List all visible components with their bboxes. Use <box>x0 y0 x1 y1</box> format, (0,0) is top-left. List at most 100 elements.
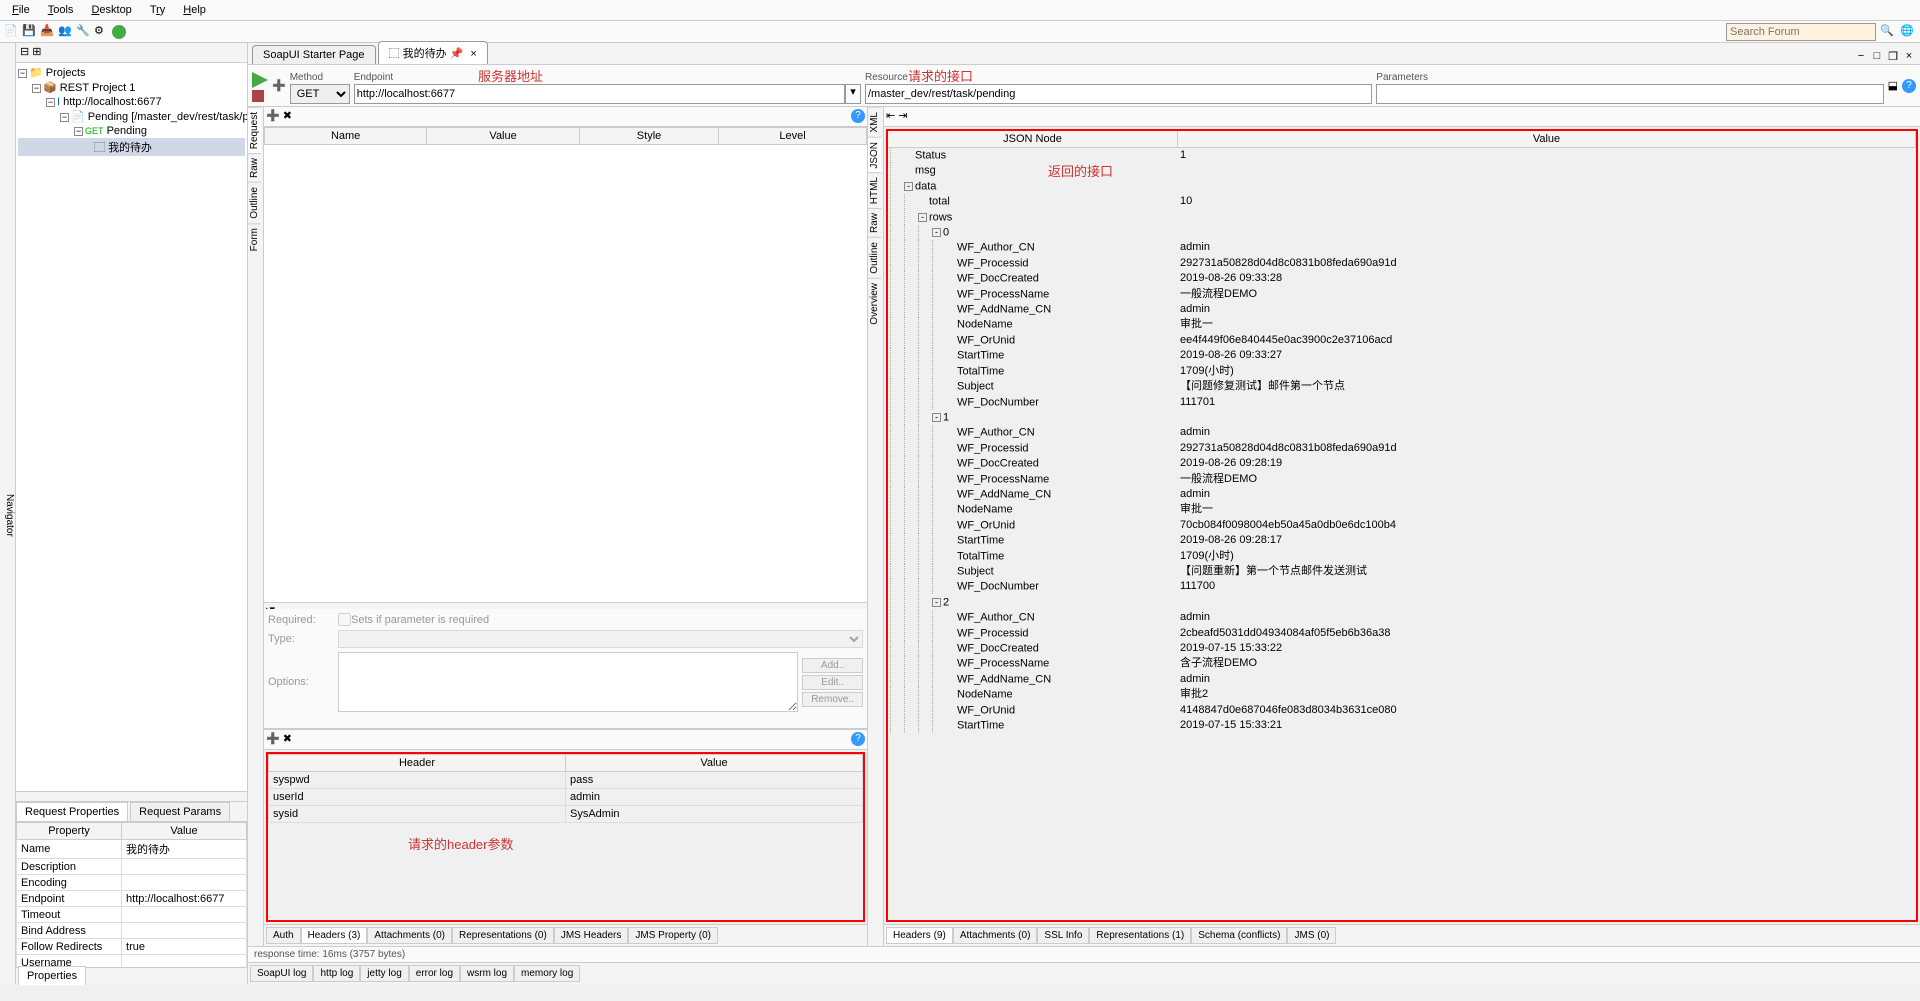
property-row[interactable]: Endpointhttp://localhost:6677 <box>17 891 247 907</box>
bottom-tab[interactable]: Headers (9) <box>886 927 953 944</box>
vtab-form[interactable]: Form <box>248 223 261 255</box>
resource-input[interactable] <box>865 84 1372 104</box>
json-node[interactable]: StartTime2019-07-15 15:33:21 <box>888 718 1916 733</box>
add-header-icon[interactable]: ➕ <box>266 733 280 745</box>
property-row[interactable]: Follow Redirectstrue <box>17 939 247 955</box>
restore-icon[interactable]: ❐ <box>1886 50 1900 64</box>
json-node[interactable]: WF_DocNumber111701 <box>888 395 1916 410</box>
json-node[interactable]: WF_OrUnid4148847d0e687046fe083d8034b3631… <box>888 703 1916 718</box>
json-node[interactable]: Subject【问题修复测试】邮件第一个节点 <box>888 379 1916 394</box>
help-icon[interactable]: ? <box>851 732 865 746</box>
json-node[interactable]: -0 <box>888 225 1916 240</box>
json-node[interactable]: -2 <box>888 595 1916 610</box>
bottom-tab[interactable]: Headers (3) <box>301 927 368 944</box>
tree-host[interactable]: http://localhost:6677 <box>63 96 161 108</box>
json-node[interactable]: WF_AddName_CNadmin <box>888 487 1916 502</box>
json-node[interactable]: NodeName审批一 <box>888 502 1916 517</box>
json-node[interactable]: WF_DocNumber111700 <box>888 579 1916 594</box>
log-tab[interactable]: jetty log <box>360 965 408 982</box>
json-node[interactable]: WF_Author_CNadmin <box>888 425 1916 440</box>
remove-param-icon[interactable]: ✖ <box>283 110 292 122</box>
split-icon[interactable]: ⬓ <box>1888 79 1898 92</box>
json-node[interactable]: WF_ProcessName含子流程DEMO <box>888 656 1916 671</box>
forum-icon[interactable]: 👥 <box>58 24 74 40</box>
remove-option-button[interactable]: Remove.. <box>802 692 863 707</box>
endpoint-dropdown-icon[interactable]: ▾ <box>845 84 861 104</box>
json-node[interactable]: WF_AddName_CNadmin <box>888 672 1916 687</box>
search-forum-input[interactable] <box>1726 23 1876 41</box>
vtab-xml[interactable]: XML <box>868 107 881 137</box>
run-button[interactable] <box>252 72 268 88</box>
json-node[interactable]: WF_ProcessName一般流程DEMO <box>888 472 1916 487</box>
remove-header-icon[interactable]: ✖ <box>283 733 292 745</box>
property-row[interactable]: Name我的待办 <box>17 840 247 859</box>
log-tab[interactable]: error log <box>409 965 460 982</box>
json-node[interactable]: WF_Author_CNadmin <box>888 610 1916 625</box>
json-node[interactable]: -data <box>888 179 1916 194</box>
import-icon[interactable]: 📥 <box>40 24 56 40</box>
bottom-tab[interactable]: Auth <box>266 927 301 944</box>
bottom-tab[interactable]: JMS Headers <box>554 927 629 944</box>
close-window-icon[interactable]: × <box>1902 50 1916 64</box>
indent-icon[interactable]: ⇤ <box>886 110 895 122</box>
maximize-icon[interactable]: □ <box>1870 50 1884 64</box>
add-to-testcase-icon[interactable]: ➕ <box>272 79 286 92</box>
expand-icon[interactable]: ⊞ <box>32 46 41 58</box>
endpoint-input[interactable] <box>354 84 845 104</box>
json-node[interactable]: NodeName审批一 <box>888 317 1916 332</box>
json-node[interactable]: TotalTime1709(小时) <box>888 364 1916 379</box>
help-icon[interactable]: ? <box>1902 79 1916 93</box>
log-tab[interactable]: http log <box>313 965 360 982</box>
vtab-overview[interactable]: Overview <box>868 278 881 329</box>
json-node[interactable]: WF_Processid2cbeafd5031dd04934084af05f5e… <box>888 626 1916 641</box>
vtab-raw[interactable]: Raw <box>248 153 261 182</box>
json-node[interactable]: TotalTime1709(小时) <box>888 549 1916 564</box>
bottom-tab[interactable]: Schema (conflicts) <box>1191 927 1287 944</box>
json-node[interactable]: WF_Author_CNadmin <box>888 240 1916 255</box>
tab-request-params[interactable]: Request Params <box>130 802 230 821</box>
tree-resource[interactable]: Pending [/master_dev/rest/task/pen <box>88 111 247 123</box>
json-node[interactable]: Subject【问题重新】第一个节点邮件发送测试 <box>888 564 1916 579</box>
method-select[interactable]: GET <box>290 84 350 104</box>
pin-icon[interactable]: 📌 <box>450 48 464 60</box>
header-row[interactable]: syspwdpass <box>269 772 863 789</box>
tab-request[interactable]: ⬚ 我的待办 📌 × <box>378 41 488 64</box>
help-icon[interactable]: ? <box>851 109 865 123</box>
json-node[interactable]: WF_DocCreated2019-07-15 15:33:22 <box>888 641 1916 656</box>
menu-help[interactable]: Help <box>175 2 214 18</box>
proxy-icon[interactable] <box>112 25 126 39</box>
vtab-request[interactable]: Request <box>248 107 261 153</box>
bottom-tab[interactable]: Attachments (0) <box>367 927 452 944</box>
json-node[interactable]: WF_OrUnid70cb084f0098004eb50a45a0db0e6dc… <box>888 518 1916 533</box>
bottom-tab[interactable]: Attachments (0) <box>953 927 1038 944</box>
property-row[interactable]: Encoding <box>17 875 247 891</box>
parameters-input[interactable] <box>1376 84 1883 104</box>
menu-desktop[interactable]: Desktop <box>83 2 139 18</box>
json-node[interactable]: WF_Processid292731a50828d04d8c0831b08fed… <box>888 441 1916 456</box>
json-node[interactable]: Status1 <box>888 148 1916 163</box>
vtab-outline-resp[interactable]: Outline <box>868 237 881 278</box>
collapse-icon[interactable]: ⊟ <box>20 46 29 58</box>
project-tree[interactable]: −📁 Projects −📦 REST Project 1 −I http://… <box>16 63 247 791</box>
tree-project[interactable]: REST Project 1 <box>60 82 136 94</box>
log-tab[interactable]: wsrm log <box>460 965 514 982</box>
json-node[interactable]: WF_DocCreated2019-08-26 09:28:19 <box>888 456 1916 471</box>
close-icon[interactable]: × <box>470 48 476 60</box>
tree-toggle[interactable]: − <box>18 69 27 78</box>
json-node[interactable]: WF_AddName_CNadmin <box>888 302 1916 317</box>
vtab-json[interactable]: JSON <box>868 137 881 173</box>
add-param-icon[interactable]: ➕ <box>266 110 280 122</box>
tab-starter-page[interactable]: SoapUI Starter Page <box>252 45 376 64</box>
params-table[interactable]: Name Value Style Level <box>264 127 867 145</box>
add-option-button[interactable]: Add.. <box>802 658 863 673</box>
vtab-html[interactable]: HTML <box>868 172 881 208</box>
bottom-tab[interactable]: Representations (0) <box>452 927 554 944</box>
headers-table[interactable]: HeaderValue syspwdpassuserIdadminsysidSy… <box>268 754 863 823</box>
json-response-tree[interactable]: 返回的接口 JSON Node Value Status1msg-datatot… <box>886 129 1918 922</box>
menu-file[interactable]: File <box>4 2 38 18</box>
property-row[interactable]: Bind Address <box>17 923 247 939</box>
json-node[interactable]: -rows <box>888 210 1916 225</box>
json-node[interactable]: StartTime2019-08-26 09:33:27 <box>888 348 1916 363</box>
vtab-outline[interactable]: Outline <box>248 182 261 223</box>
header-row[interactable]: sysidSysAdmin <box>269 806 863 823</box>
